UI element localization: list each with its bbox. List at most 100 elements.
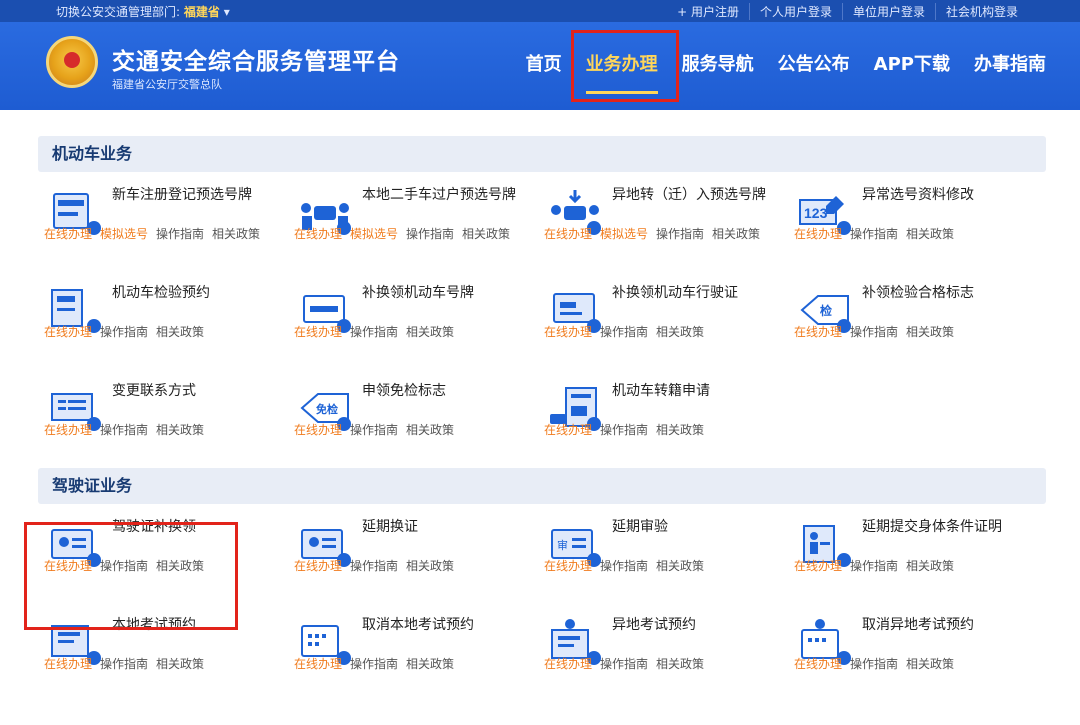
online-apply-link[interactable]: 在线办理 <box>544 421 592 438</box>
guide-link[interactable]: 操作指南 <box>600 323 648 340</box>
unit-login-link[interactable]: 单位用户登录 <box>841 3 935 20</box>
policy-link[interactable]: 相关政策 <box>406 557 454 574</box>
service-card[interactable]: 机动车检验预约在线办理 操作指南 相关政策 <box>38 270 288 368</box>
service-card[interactable]: 新车注册登记预选号牌在线办理 模拟选号 操作指南 相关政策 <box>38 172 288 270</box>
online-apply-link[interactable]: 在线办理 <box>544 655 592 672</box>
policy-link[interactable]: 相关政策 <box>906 557 954 574</box>
simulate-select-link[interactable]: 模拟选号 <box>100 225 148 242</box>
service-title[interactable]: 补换领机动车号牌 <box>362 284 522 302</box>
simulate-select-link[interactable]: 模拟选号 <box>600 225 648 242</box>
service-card[interactable]: 异地转（迁）入预选号牌在线办理 模拟选号 操作指南 相关政策 <box>538 172 788 270</box>
service-title[interactable]: 机动车检验预约 <box>112 284 272 302</box>
online-apply-link[interactable]: 在线办理 <box>794 323 842 340</box>
register-link[interactable]: + 用户注册 <box>667 3 749 20</box>
policy-link[interactable]: 相关政策 <box>406 323 454 340</box>
nav-announcements[interactable]: 公告公布 <box>778 50 850 84</box>
service-title[interactable]: 本地考试预约 <box>112 616 272 634</box>
service-title[interactable]: 补换领机动车行驶证 <box>612 284 772 302</box>
policy-link[interactable]: 相关政策 <box>406 421 454 438</box>
service-card[interactable]: 机动车转籍申请 在线办理 操作指南 相关政策 <box>538 368 788 466</box>
online-apply-link[interactable]: 在线办理 <box>44 421 92 438</box>
service-title[interactable]: 异常选号资料修改 <box>862 186 1022 204</box>
service-card[interactable]: 变更联系方式 在线办理 操作指南 相关政策 <box>38 368 288 466</box>
service-card[interactable]: 驾驶证补换领在线办理 操作指南 相关政策 <box>38 504 288 602</box>
policy-link[interactable]: 相关政策 <box>656 557 704 574</box>
guide-link[interactable]: 操作指南 <box>100 655 148 672</box>
nav-service-guide[interactable]: 服务导航 <box>682 50 754 84</box>
service-title[interactable]: 机动车转籍申请 <box>612 382 772 400</box>
service-title[interactable]: 延期提交身体条件证明 <box>862 518 1022 536</box>
guide-link[interactable]: 操作指南 <box>850 655 898 672</box>
policy-link[interactable]: 相关政策 <box>156 557 204 574</box>
policy-link[interactable]: 相关政策 <box>906 225 954 242</box>
service-card[interactable]: 检 补领检验合格标志 在线办理 操作指南 相关政策 <box>788 270 1038 368</box>
service-card[interactable]: 本地考试预约在线办理 操作指南 相关政策 <box>38 602 288 700</box>
service-card[interactable]: 取消异地考试预约在线办理 操作指南 相关政策 <box>788 602 1038 700</box>
service-card[interactable]: 补换领机动车号牌在线办理 操作指南 相关政策 <box>288 270 538 368</box>
service-title[interactable]: 本地二手车过户预选号牌 <box>362 186 522 204</box>
guide-link[interactable]: 操作指南 <box>350 557 398 574</box>
online-apply-link[interactable]: 在线办理 <box>294 323 342 340</box>
guide-link[interactable]: 操作指南 <box>100 323 148 340</box>
online-apply-link[interactable]: 在线办理 <box>294 557 342 574</box>
service-card[interactable]: 123 异常选号资料修改 在线办理 操作指南 相关政策 <box>788 172 1038 270</box>
service-title[interactable]: 申领免检标志 <box>362 382 522 400</box>
online-apply-link[interactable]: 在线办理 <box>544 323 592 340</box>
guide-link[interactable]: 操作指南 <box>850 323 898 340</box>
service-title[interactable]: 延期换证 <box>362 518 522 536</box>
service-title[interactable]: 延期审验 <box>612 518 772 536</box>
online-apply-link[interactable]: 在线办理 <box>44 225 92 242</box>
service-title[interactable]: 补领检验合格标志 <box>862 284 1022 302</box>
service-card[interactable]: 本地二手车过户预选号牌 在线办理 模拟选号 操作指南 相关政策 <box>288 172 538 270</box>
guide-link[interactable]: 操作指南 <box>350 655 398 672</box>
online-apply-link[interactable]: 在线办理 <box>794 225 842 242</box>
caret-down-icon[interactable]: ▾ <box>224 5 230 19</box>
service-title[interactable]: 驾驶证补换领 <box>112 518 272 536</box>
policy-link[interactable]: 相关政策 <box>712 225 760 242</box>
service-title[interactable]: 取消异地考试预约 <box>862 616 1022 634</box>
policy-link[interactable]: 相关政策 <box>906 323 954 340</box>
online-apply-link[interactable]: 在线办理 <box>794 557 842 574</box>
service-card[interactable]: 免检 申领免检标志 在线办理 操作指南 相关政策 <box>288 368 538 466</box>
policy-link[interactable]: 相关政策 <box>906 655 954 672</box>
dept-value[interactable]: 福建省 <box>184 5 220 19</box>
nav-app-download[interactable]: APP下载 <box>874 50 950 84</box>
online-apply-link[interactable]: 在线办理 <box>544 225 592 242</box>
policy-link[interactable]: 相关政策 <box>156 323 204 340</box>
online-apply-link[interactable]: 在线办理 <box>294 421 342 438</box>
guide-link[interactable]: 操作指南 <box>406 225 454 242</box>
dept-switcher[interactable]: 切换公安交通管理部门: 福建省 ▾ <box>56 3 230 20</box>
policy-link[interactable]: 相关政策 <box>212 225 260 242</box>
service-card[interactable]: 延期换证在线办理 操作指南 相关政策 <box>288 504 538 602</box>
service-card[interactable]: 异地考试预约 在线办理 操作指南 相关政策 <box>538 602 788 700</box>
guide-link[interactable]: 操作指南 <box>100 557 148 574</box>
nav-home[interactable]: 首页 <box>526 50 562 84</box>
guide-link[interactable]: 操作指南 <box>350 323 398 340</box>
policy-link[interactable]: 相关政策 <box>656 421 704 438</box>
guide-link[interactable]: 操作指南 <box>850 225 898 242</box>
policy-link[interactable]: 相关政策 <box>462 225 510 242</box>
online-apply-link[interactable]: 在线办理 <box>794 655 842 672</box>
guide-link[interactable]: 操作指南 <box>656 225 704 242</box>
guide-link[interactable]: 操作指南 <box>850 557 898 574</box>
online-apply-link[interactable]: 在线办理 <box>44 557 92 574</box>
online-apply-link[interactable]: 在线办理 <box>44 323 92 340</box>
simulate-select-link[interactable]: 模拟选号 <box>350 225 398 242</box>
service-card[interactable]: 补换领机动车行驶证在线办理 操作指南 相关政策 <box>538 270 788 368</box>
service-title[interactable]: 新车注册登记预选号牌 <box>112 186 272 204</box>
policy-link[interactable]: 相关政策 <box>156 421 204 438</box>
online-apply-link[interactable]: 在线办理 <box>44 655 92 672</box>
policy-link[interactable]: 相关政策 <box>156 655 204 672</box>
nav-guide[interactable]: 办事指南 <box>974 50 1046 84</box>
service-title[interactable]: 异地转（迁）入预选号牌 <box>612 186 772 204</box>
policy-link[interactable]: 相关政策 <box>656 655 704 672</box>
guide-link[interactable]: 操作指南 <box>600 655 648 672</box>
agency-login-link[interactable]: 社会机构登录 <box>934 3 1028 20</box>
service-card[interactable]: 审 延期审验 在线办理 操作指南 相关政策 <box>538 504 788 602</box>
online-apply-link[interactable]: 在线办理 <box>294 655 342 672</box>
policy-link[interactable]: 相关政策 <box>656 323 704 340</box>
online-apply-link[interactable]: 在线办理 <box>544 557 592 574</box>
guide-link[interactable]: 操作指南 <box>350 421 398 438</box>
guide-link[interactable]: 操作指南 <box>156 225 204 242</box>
personal-login-link[interactable]: 个人用户登录 <box>748 3 842 20</box>
